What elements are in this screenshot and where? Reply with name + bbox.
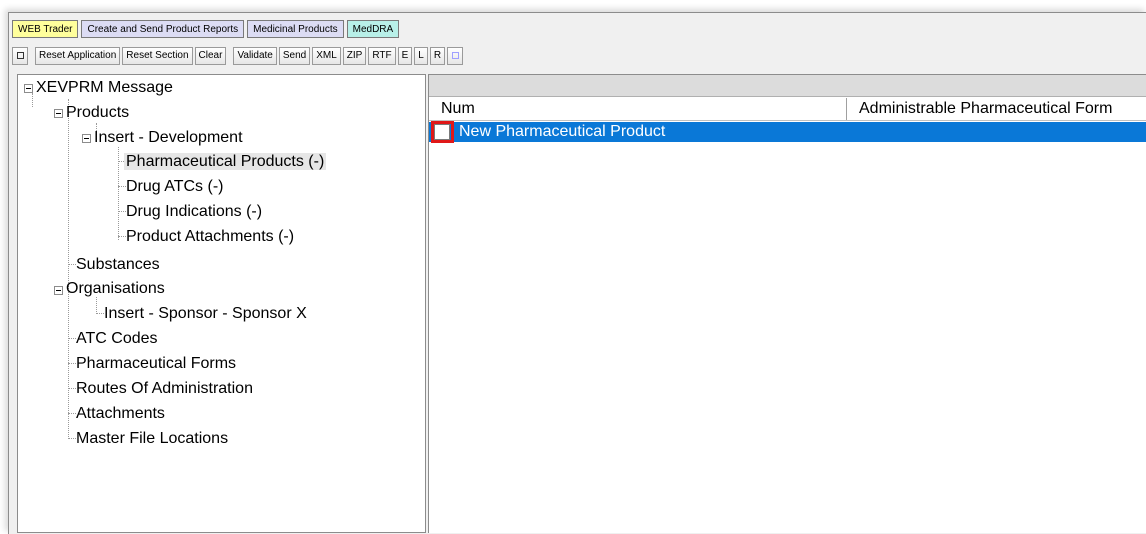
tree-label: Pharmaceutical Products (-) — [124, 153, 327, 170]
tree-item-drug-atcs[interactable]: Drug ATCs (-) — [126, 176, 223, 198]
tree-label: ATC Codes — [76, 330, 158, 347]
tab-web-trader[interactable]: WEB Trader — [12, 20, 79, 38]
tree-label: Substances — [76, 256, 160, 273]
tree-item-master-file-locations[interactable]: Master File Locations — [76, 428, 228, 450]
tab-bar: WEB Trader Create and Send Product Repor… — [12, 20, 400, 40]
tree-item-drug-indications[interactable]: Drug Indications (-) — [126, 201, 262, 223]
app-frame: WEB Trader Create and Send Product Repor… — [0, 0, 1146, 534]
disabled-square-button[interactable] — [447, 47, 464, 65]
detail-grid-panel: Num Administrable Pharmaceutical Form Ne… — [428, 74, 1146, 533]
zip-button[interactable]: ZIP — [342, 47, 367, 65]
tree-item-routes-of-administration[interactable]: Routes Of Administration — [76, 378, 253, 400]
rtf-button[interactable]: RTF — [368, 47, 396, 65]
tree-item-substances[interactable]: Substances — [76, 254, 160, 276]
tree-label: Routes Of Administration — [76, 380, 253, 397]
tree-label: Products — [66, 104, 130, 121]
tree-label: XEVPRM Message — [36, 79, 173, 96]
tree-label: Drug ATCs (-) — [126, 178, 224, 195]
column-header-num[interactable]: Num — [429, 98, 847, 120]
r-button[interactable]: R — [429, 47, 446, 65]
tab-create-send-product-reports[interactable]: Create and Send Product Reports — [81, 20, 245, 38]
tab-meddra[interactable]: MedDRA — [346, 20, 400, 38]
tree-label: Product Attachments (-) — [126, 228, 295, 245]
tree-item-pharmaceutical-products[interactable]: Pharmaceutical Products (-) — [124, 151, 327, 173]
collapse-icon[interactable] — [54, 286, 63, 295]
navigation-tree[interactable]: XEVPRM Message Products Insert - Develop… — [17, 74, 426, 533]
xml-button[interactable]: XML — [312, 47, 341, 65]
l-button[interactable]: L — [414, 47, 428, 65]
tree-label: Pharmaceutical Forms — [76, 355, 237, 372]
tree-label: Drug Indications (-) — [126, 203, 263, 220]
toolbar: Reset Application Reset Section Clear Va… — [12, 47, 464, 67]
tree-item-xevprm-message[interactable]: XEVPRM Message — [36, 77, 173, 99]
tree-item-product-attachments[interactable]: Product Attachments (-) — [126, 226, 294, 248]
send-button[interactable]: Send — [278, 47, 311, 65]
tree-label: Attachments — [76, 405, 165, 422]
grid-header: Num Administrable Pharmaceutical Form — [429, 98, 1146, 121]
table-row[interactable]: New Pharmaceutical Product — [429, 121, 1146, 143]
tree-item-insert-sponsor[interactable]: Insert - Sponsor - Sponsor X — [104, 303, 307, 325]
tree-item-pharmaceutical-forms[interactable]: Pharmaceutical Forms — [76, 353, 236, 375]
e-button[interactable]: E — [397, 47, 413, 65]
tree-item-attachments[interactable]: Attachments — [76, 403, 165, 425]
tree-item-organisations[interactable]: Organisations — [66, 278, 165, 300]
reset-section-button[interactable]: Reset Section — [122, 47, 193, 65]
checkbox-highlight — [431, 121, 454, 143]
square-icon — [17, 52, 24, 59]
collapse-icon[interactable] — [24, 84, 33, 93]
tree-item-atc-codes[interactable]: ATC Codes — [76, 328, 158, 350]
tree-label: Organisations — [66, 280, 165, 297]
tree-label: Insert - Sponsor - Sponsor X — [104, 305, 307, 322]
tab-medicinal-products[interactable]: Medicinal Products — [247, 20, 344, 38]
collapse-icon[interactable] — [82, 134, 91, 143]
tree-label: Insert - Development — [94, 129, 243, 146]
validate-button[interactable]: Validate — [233, 47, 277, 65]
tree-item-products[interactable]: Products — [66, 102, 129, 124]
menu-square-button[interactable] — [12, 47, 28, 65]
row-label: New Pharmaceutical Product — [459, 123, 666, 140]
square-icon — [452, 52, 460, 59]
column-header-administrable-form[interactable]: Administrable Pharmaceutical Form — [847, 98, 1146, 120]
tree-item-insert-development[interactable]: Insert - Development — [94, 127, 243, 149]
tree-label: Master File Locations — [76, 430, 229, 447]
collapse-icon[interactable] — [54, 109, 63, 118]
grid-toolbar-strip — [429, 75, 1146, 97]
reset-application-button[interactable]: Reset Application — [35, 47, 121, 65]
clear-button[interactable]: Clear — [194, 47, 227, 65]
